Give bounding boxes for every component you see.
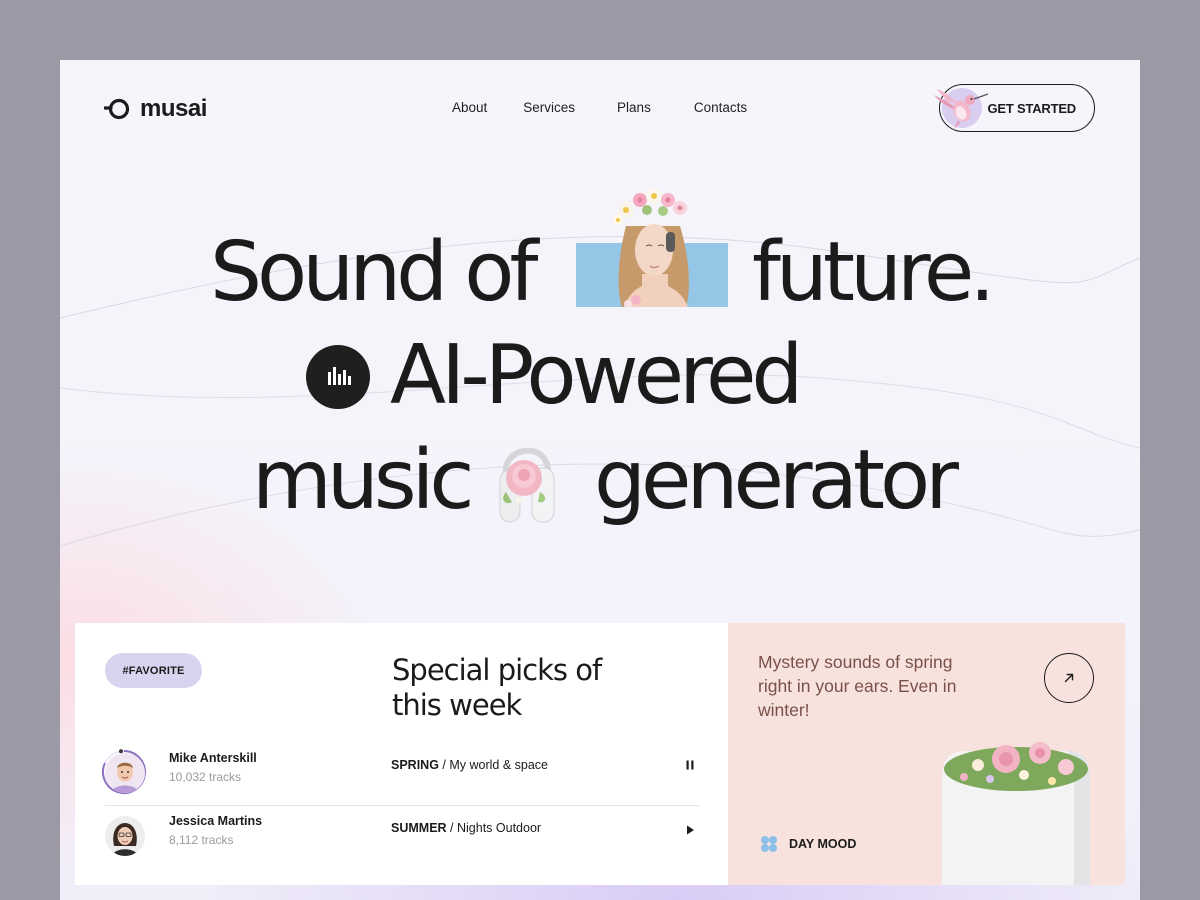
get-started-label: GET STARTED: [987, 100, 1076, 116]
playlist-row[interactable]: Mike Anterskill 10,032 tracks SPRING / M…: [102, 749, 699, 803]
track-count: 8,112 tracks: [169, 833, 234, 847]
picks-title: Special picks of this week: [392, 653, 602, 722]
man-avatar-icon: [105, 753, 145, 793]
clover-icon: [761, 836, 777, 852]
track-title: My world & space: [449, 758, 549, 772]
track-separator: /: [446, 821, 457, 835]
playlist-row[interactable]: Jessica Martins 8,112 tracks SUMMER / Ni…: [105, 814, 699, 866]
logo-icon: [104, 98, 130, 120]
hero-text-future: future.: [752, 225, 995, 320]
nav-contacts[interactable]: Contacts: [694, 100, 747, 115]
special-picks-card: #FAVORITE Special picks of this week Mik…: [75, 623, 728, 885]
day-mood-card: Mystery sounds of spring right in your e…: [728, 623, 1125, 885]
track-info: SUMMER / Nights Outdoor: [391, 821, 541, 835]
avatar: [105, 816, 145, 856]
nav-services[interactable]: Services: [523, 100, 575, 115]
hero-text-generator: generator: [594, 433, 959, 528]
hummingbird-icon: [934, 89, 989, 129]
track-count: 10,032 tracks: [169, 770, 242, 784]
row-divider: [105, 805, 699, 806]
open-mood-button[interactable]: [1044, 653, 1094, 703]
pause-icon[interactable]: [684, 759, 696, 771]
hero-text-sound-of: Sound of: [210, 225, 538, 320]
artist-name[interactable]: Mike Anterskill: [169, 751, 257, 765]
landing-page: musai About Services Plans Contacts GET …: [60, 60, 1140, 900]
track-season: SPRING: [391, 758, 439, 772]
flower-pot-image: [942, 742, 1090, 885]
play-icon[interactable]: [684, 824, 696, 836]
woman-with-flower-crown-image: [576, 188, 728, 307]
nav-plans[interactable]: Plans: [617, 100, 651, 115]
favorite-tag[interactable]: #FAVORITE: [105, 653, 202, 688]
woman-avatar-icon: [105, 816, 145, 856]
brand-name: musai: [140, 95, 207, 122]
day-mood-label: DAY MOOD: [789, 837, 857, 851]
avatar: [105, 753, 145, 793]
mood-description: Mystery sounds of spring right in your e…: [758, 652, 957, 720]
main-nav: About Services Plans Contacts: [452, 100, 747, 115]
get-started-button[interactable]: GET STARTED: [934, 84, 1095, 132]
track-separator: /: [438, 758, 450, 772]
arrow-up-right-icon: [1064, 673, 1074, 683]
equalizer-badge: [306, 345, 370, 409]
brand-logo[interactable]: musai: [104, 95, 207, 123]
nav-about[interactable]: About: [452, 100, 487, 115]
hero-text-ai-powered: AI-Powered: [390, 328, 803, 423]
track-info: SPRING / My world & space: [391, 758, 548, 772]
track-season: SUMMER: [391, 821, 447, 835]
artist-name[interactable]: Jessica Martins: [169, 814, 262, 828]
hero-text-music: music: [252, 433, 474, 528]
flower-headphones-image: [499, 447, 555, 523]
track-title: Nights Outdoor: [456, 821, 542, 835]
equalizer-icon: [328, 367, 351, 385]
